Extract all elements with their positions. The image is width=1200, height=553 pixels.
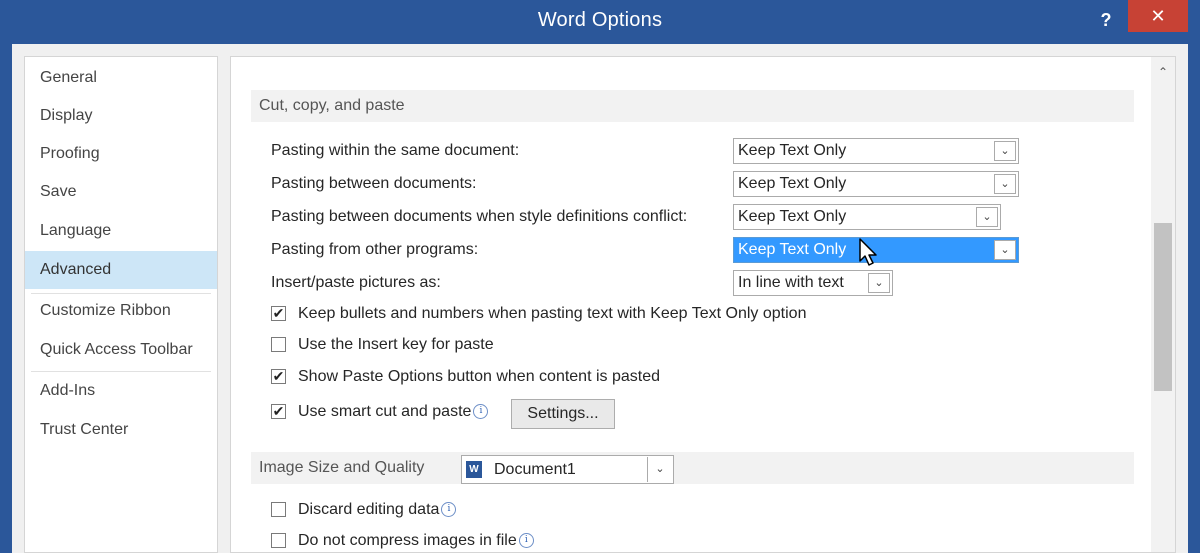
nav-item-trust-center[interactable]: Trust Center xyxy=(25,411,217,449)
discard-editing-option: Discard editing data i xyxy=(298,501,457,519)
smart-cut-checkbox[interactable]: ✔ xyxy=(271,404,286,419)
options-content: Cut, copy, and paste Pasting within the … xyxy=(230,56,1176,553)
window-frame-left xyxy=(0,44,12,553)
insert-pictures-select[interactable]: In line with text ⌄ xyxy=(733,270,893,296)
check-icon: ✔ xyxy=(272,368,285,384)
scrollbar-thumb[interactable] xyxy=(1154,223,1172,391)
info-icon[interactable]: i xyxy=(441,502,457,517)
pasting-between-select[interactable]: Keep Text Only ⌄ xyxy=(733,171,1019,197)
no-compress-label: Do not compress images in file xyxy=(298,532,517,549)
check-icon: ✔ xyxy=(272,403,285,419)
nav-item-general[interactable]: General xyxy=(25,59,217,97)
show-paste-options-checkbox[interactable]: ✔ xyxy=(271,369,286,384)
nav-item-display[interactable]: Display xyxy=(25,97,217,135)
keep-bullets-checkbox[interactable]: ✔ xyxy=(271,306,286,321)
pasting-within-value: Keep Text Only xyxy=(738,142,847,159)
help-button[interactable]: ? xyxy=(1092,6,1120,34)
window-frame-right xyxy=(1188,44,1200,553)
pasting-conflict-select[interactable]: Keep Text Only ⌄ xyxy=(733,204,1001,230)
pasting-other-value: Keep Text Only xyxy=(738,241,847,258)
pasting-conflict-label: Pasting between documents when style def… xyxy=(271,208,688,225)
pasting-between-label: Pasting between documents: xyxy=(271,175,477,192)
insert-key-label: Use the Insert key for paste xyxy=(298,336,494,353)
no-compress-checkbox[interactable] xyxy=(271,533,286,548)
close-icon: ✕ xyxy=(1150,6,1166,26)
nav-item-save[interactable]: Save xyxy=(25,173,217,211)
vertical-scrollbar[interactable]: ⌃ xyxy=(1151,57,1175,552)
discard-editing-label: Discard editing data xyxy=(298,501,440,518)
chevron-down-icon: ⌄ xyxy=(647,457,672,482)
close-button[interactable]: ✕ xyxy=(1128,0,1188,32)
discard-editing-checkbox[interactable] xyxy=(271,502,286,517)
check-icon: ✔ xyxy=(272,305,285,321)
info-icon[interactable]: i xyxy=(518,533,534,548)
keep-bullets-label: Keep bullets and numbers when pasting te… xyxy=(298,305,807,322)
chevron-down-icon: ⌄ xyxy=(976,207,998,227)
pasting-within-select[interactable]: Keep Text Only ⌄ xyxy=(733,138,1019,164)
chevron-down-icon: ⌄ xyxy=(994,240,1016,260)
nav-item-quick-access-toolbar[interactable]: Quick Access Toolbar xyxy=(25,331,217,369)
pasting-between-value: Keep Text Only xyxy=(738,175,847,192)
section-header-image-size: Image Size and Quality xyxy=(251,452,1134,484)
pasting-conflict-value: Keep Text Only xyxy=(738,208,847,225)
section-header-cut-copy-paste: Cut, copy, and paste xyxy=(251,90,1134,122)
mouse-pointer-icon xyxy=(859,238,877,266)
info-icon[interactable]: i xyxy=(473,404,489,419)
pasting-within-label: Pasting within the same document: xyxy=(271,142,520,159)
nav-item-add-ins[interactable]: Add-Ins xyxy=(25,372,217,410)
insert-key-checkbox[interactable] xyxy=(271,337,286,352)
settings-button[interactable]: Settings... xyxy=(511,399,615,429)
nav-item-language[interactable]: Language xyxy=(25,212,217,250)
insert-pictures-value: In line with text xyxy=(738,274,844,291)
smart-cut-label: Use smart cut and paste xyxy=(298,403,472,420)
document-select[interactable]: W Document1 ⌄ xyxy=(461,455,674,484)
nav-item-advanced[interactable]: Advanced xyxy=(25,251,217,289)
smart-cut-option: Use smart cut and paste i xyxy=(298,403,489,421)
nav-item-proofing[interactable]: Proofing xyxy=(25,135,217,173)
title-bar: Word Options ? ✕ xyxy=(0,0,1200,44)
insert-pictures-label: Insert/paste pictures as: xyxy=(271,274,441,291)
window-title: Word Options xyxy=(537,9,663,31)
chevron-down-icon: ⌄ xyxy=(994,141,1016,161)
chevron-down-icon: ⌄ xyxy=(994,174,1016,194)
nav-item-customize-ribbon[interactable]: Customize Ribbon xyxy=(25,292,217,330)
scroll-up-icon[interactable]: ⌃ xyxy=(1151,61,1175,83)
chevron-down-icon: ⌄ xyxy=(868,273,890,293)
show-paste-options-label: Show Paste Options button when content i… xyxy=(298,368,661,385)
document-value: Document1 xyxy=(494,461,576,478)
pasting-other-label: Pasting from other programs: xyxy=(271,241,479,258)
word-document-icon: W xyxy=(466,461,482,478)
no-compress-option: Do not compress images in file i xyxy=(298,532,534,550)
options-nav: General Display Proofing Save Language A… xyxy=(24,56,218,553)
